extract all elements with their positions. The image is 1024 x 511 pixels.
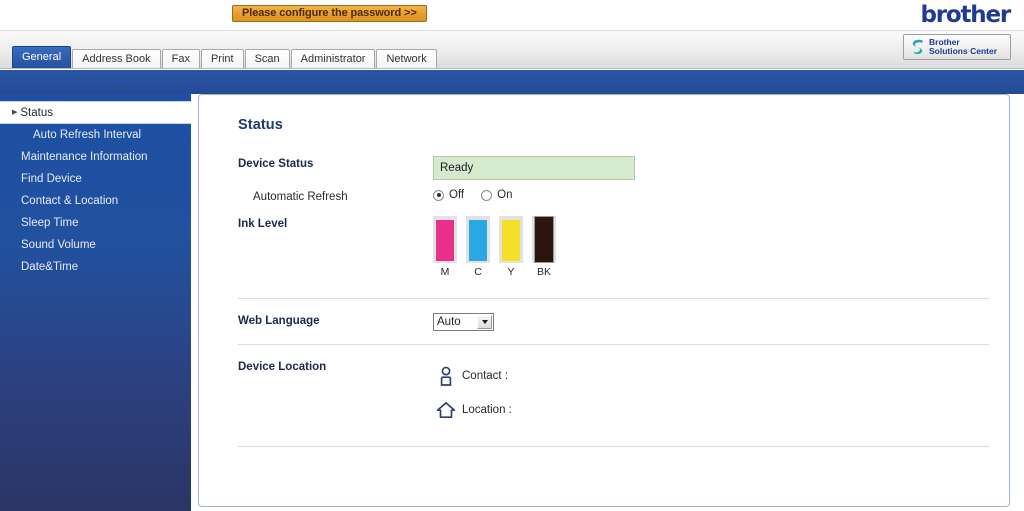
device-status-box: Ready — [433, 156, 635, 180]
location-line: Location : — [433, 393, 989, 427]
ink-tank-body — [532, 216, 556, 263]
active-marker-icon: ▶ — [12, 109, 18, 116]
home-icon — [433, 400, 458, 420]
sidebar-nav: ▶ Status Auto Refresh Interval Maintenance … — [0, 94, 191, 511]
sidebar-item-label: Sleep Time — [21, 217, 79, 229]
tab-print[interactable]: Print — [200, 49, 244, 68]
radio-off[interactable] — [433, 189, 444, 201]
brother-solutions-center-button[interactable]: Brother Solutions Center — [903, 34, 1011, 60]
sidebar-item-label: Find Device — [21, 173, 82, 185]
tab-network[interactable]: Network — [376, 49, 437, 68]
tab-scan[interactable]: Scan — [244, 49, 290, 68]
brother-s-swoosh-icon — [908, 37, 928, 57]
sidebar-item-find-device[interactable]: Find Device — [0, 168, 191, 190]
location-label: Location : — [462, 404, 512, 416]
ink-tank-body — [433, 216, 457, 263]
sidebar-item-label: Date&Time — [21, 261, 79, 273]
sidebar-item-label: Status — [20, 106, 53, 119]
automatic-refresh-label: Automatic Refresh — [253, 191, 348, 203]
ink-tank-y: Y — [499, 216, 523, 278]
row-automatic-refresh: Automatic Refresh Off On — [238, 189, 989, 203]
sidebar-item-contact-location[interactable]: Contact & Location — [0, 190, 191, 212]
contact-line: Contact : — [433, 359, 989, 393]
row-device-status: Device Status Ready — [238, 156, 989, 180]
ink-tank-c: C — [466, 216, 490, 278]
chevron-down-icon[interactable] — [477, 315, 492, 329]
ink-tank-m: M — [433, 216, 457, 278]
ink-tank-body — [499, 216, 523, 263]
ink-fill — [502, 220, 520, 261]
configure-password-banner[interactable]: Please configure the password >> — [232, 5, 427, 22]
tab-fax[interactable]: Fax — [161, 49, 200, 68]
solutions-center-label: Brother Solutions Center — [929, 36, 998, 57]
top-header: Please configure the password >> brother — [0, 0, 1024, 31]
browser-page: Please configure the password >> brother… — [0, 0, 1024, 511]
tab-administrator[interactable]: Administrator — [290, 49, 376, 68]
solutions-center-line1: Brother — [929, 36, 960, 47]
row-web-language: Web Language Auto — [238, 299, 989, 344]
sidebar-item-auto-refresh-interval[interactable]: Auto Refresh Interval — [0, 124, 191, 146]
ink-fill — [534, 216, 554, 263]
settings-rows: Device Status Ready Automatic Refresh Of… — [238, 156, 989, 447]
automatic-refresh-radio-group: Off On — [433, 189, 989, 201]
ink-tank-bk: BK — [532, 216, 556, 278]
device-status-value-wrap: Ready — [433, 156, 989, 180]
sidebar-item-label: Auto Refresh Interval — [33, 129, 142, 141]
row-device-location: Device Location Contact : Location: — [238, 345, 989, 439]
contact-label: Contact : — [462, 370, 509, 382]
web-language-label: Web Language — [238, 315, 320, 327]
ink-level-label: Ink Level — [238, 218, 288, 230]
tab-list: General Address Book Fax Print Scan Administr… — [12, 46, 438, 68]
radio-label-off[interactable]: Off — [449, 189, 464, 201]
brother-logo: brother — [920, 2, 1011, 28]
tab-bar: General Address Book Fax Print Scan Administr… — [0, 31, 1024, 69]
sidebar-item-sound-volume[interactable]: Sound Volume — [0, 234, 191, 256]
sidebar-item-label: Maintenance Information — [21, 151, 148, 163]
tab-address-book[interactable]: Address Book — [72, 49, 161, 68]
ink-tank-label: BK — [536, 266, 551, 278]
radio-on[interactable] — [481, 189, 493, 201]
tab-general[interactable]: General — [12, 46, 72, 68]
person-icon — [433, 366, 458, 386]
sidebar-item-status[interactable]: ▶ Status — [0, 101, 191, 124]
sidebar-item-label: Contact & Location — [21, 195, 119, 207]
page-title: Status — [238, 117, 283, 133]
web-language-select[interactable]: Auto — [433, 313, 494, 331]
sidebar-item-label: Sound Volume — [21, 239, 96, 251]
ink-fill — [436, 220, 454, 261]
ink-fill — [469, 220, 487, 261]
device-location-label: Device Location — [238, 361, 327, 373]
device-status-label: Device Status — [238, 158, 314, 170]
radio-label-on[interactable]: On — [497, 189, 512, 201]
ink-tank-label: C — [474, 266, 482, 278]
ink-level-gauges: M C Y BK — [433, 216, 989, 278]
ink-tank-label: Y — [507, 266, 515, 278]
content-panel: Status Device Status Ready Automatic Ref… — [198, 94, 1010, 507]
row-ink-level: Ink Level M C Y BK — [238, 216, 989, 278]
blue-accent-band — [0, 70, 1024, 94]
web-language-selected-value: Auto — [437, 316, 461, 328]
sidebar-item-sleep-time[interactable]: Sleep Time — [0, 212, 191, 234]
divider-3 — [238, 446, 989, 447]
solutions-center-line2: Solutions Center — [929, 46, 998, 56]
ink-tank-body — [466, 216, 490, 263]
sidebar-item-maintenance-information[interactable]: Maintenance Information — [0, 146, 191, 168]
ink-tank-label: M — [440, 266, 450, 278]
sidebar-item-date-time[interactable]: Date&Time — [0, 256, 191, 278]
